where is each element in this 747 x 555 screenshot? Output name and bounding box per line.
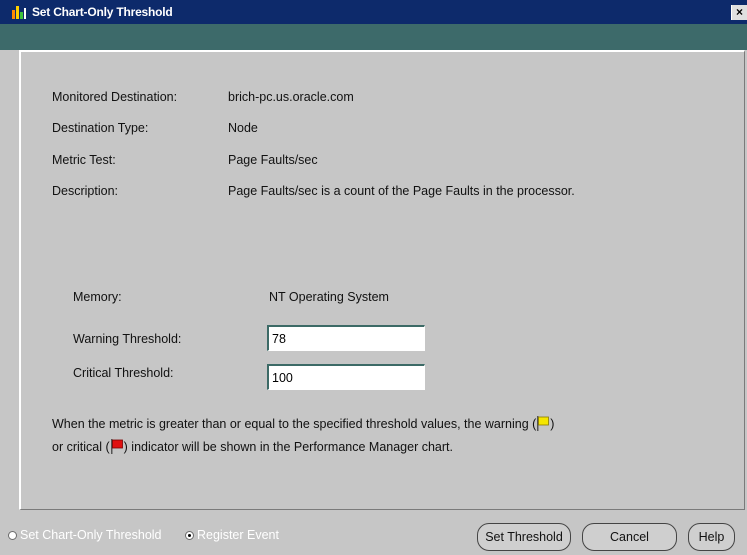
warning-flag-icon [536,415,550,434]
metric-test-value: Page Faults/sec [228,153,318,167]
register-event-radio[interactable] [185,531,194,540]
set-chart-only-radio[interactable] [8,531,17,540]
metric-test-label: Metric Test: [52,153,116,167]
title-bar: Set Chart-Only Threshold × [0,0,747,24]
register-event-radio-label[interactable]: Register Event [197,528,279,542]
threshold-note-line-2: or critical ( ) indicator will be shown … [52,438,453,457]
set-threshold-button[interactable]: Set Threshold [477,523,571,551]
dialog-window: Set Chart-Only Threshold × Monitored Des… [0,0,747,555]
threshold-note-line-1: When the metric is greater than or equal… [52,415,554,434]
memory-value: NT Operating System [269,290,389,304]
cancel-button[interactable]: Cancel [582,523,677,551]
critical-flag-icon [110,438,124,457]
note-line-2-end: ) indicator will be shown in the Perform… [123,440,453,454]
warning-threshold-label: Warning Threshold: [73,332,182,346]
close-icon[interactable]: × [731,5,747,20]
destination-type-label: Destination Type: [52,121,149,135]
dialog-content-panel: Monitored Destination: brich-pc.us.oracl… [19,50,745,510]
note-line-2-start: or critical ( [52,440,110,454]
memory-label: Memory: [73,290,122,304]
footer-bar: Set Chart-Only Threshold Register Event … [0,519,747,555]
description-value: Page Faults/sec is a count of the Page F… [228,184,575,198]
warning-threshold-input[interactable]: 78 [267,325,425,351]
radio-selected-dot [188,534,191,537]
destination-type-value: Node [228,121,258,135]
help-button[interactable]: Help [688,523,735,551]
monitored-destination-value: brich-pc.us.oracle.com [228,90,354,104]
window-title: Set Chart-Only Threshold [32,5,173,19]
set-chart-only-radio-label[interactable]: Set Chart-Only Threshold [20,528,162,542]
chart-app-icon [11,4,27,20]
description-label: Description: [52,184,118,198]
note-line-1-close: ) [550,417,555,431]
note-line-1-text: When the metric is greater than or equal… [52,417,537,431]
critical-threshold-input[interactable]: 100 [267,364,425,390]
monitored-destination-label: Monitored Destination: [52,90,178,104]
critical-threshold-label: Critical Threshold: [73,366,174,380]
title-band [0,24,747,50]
